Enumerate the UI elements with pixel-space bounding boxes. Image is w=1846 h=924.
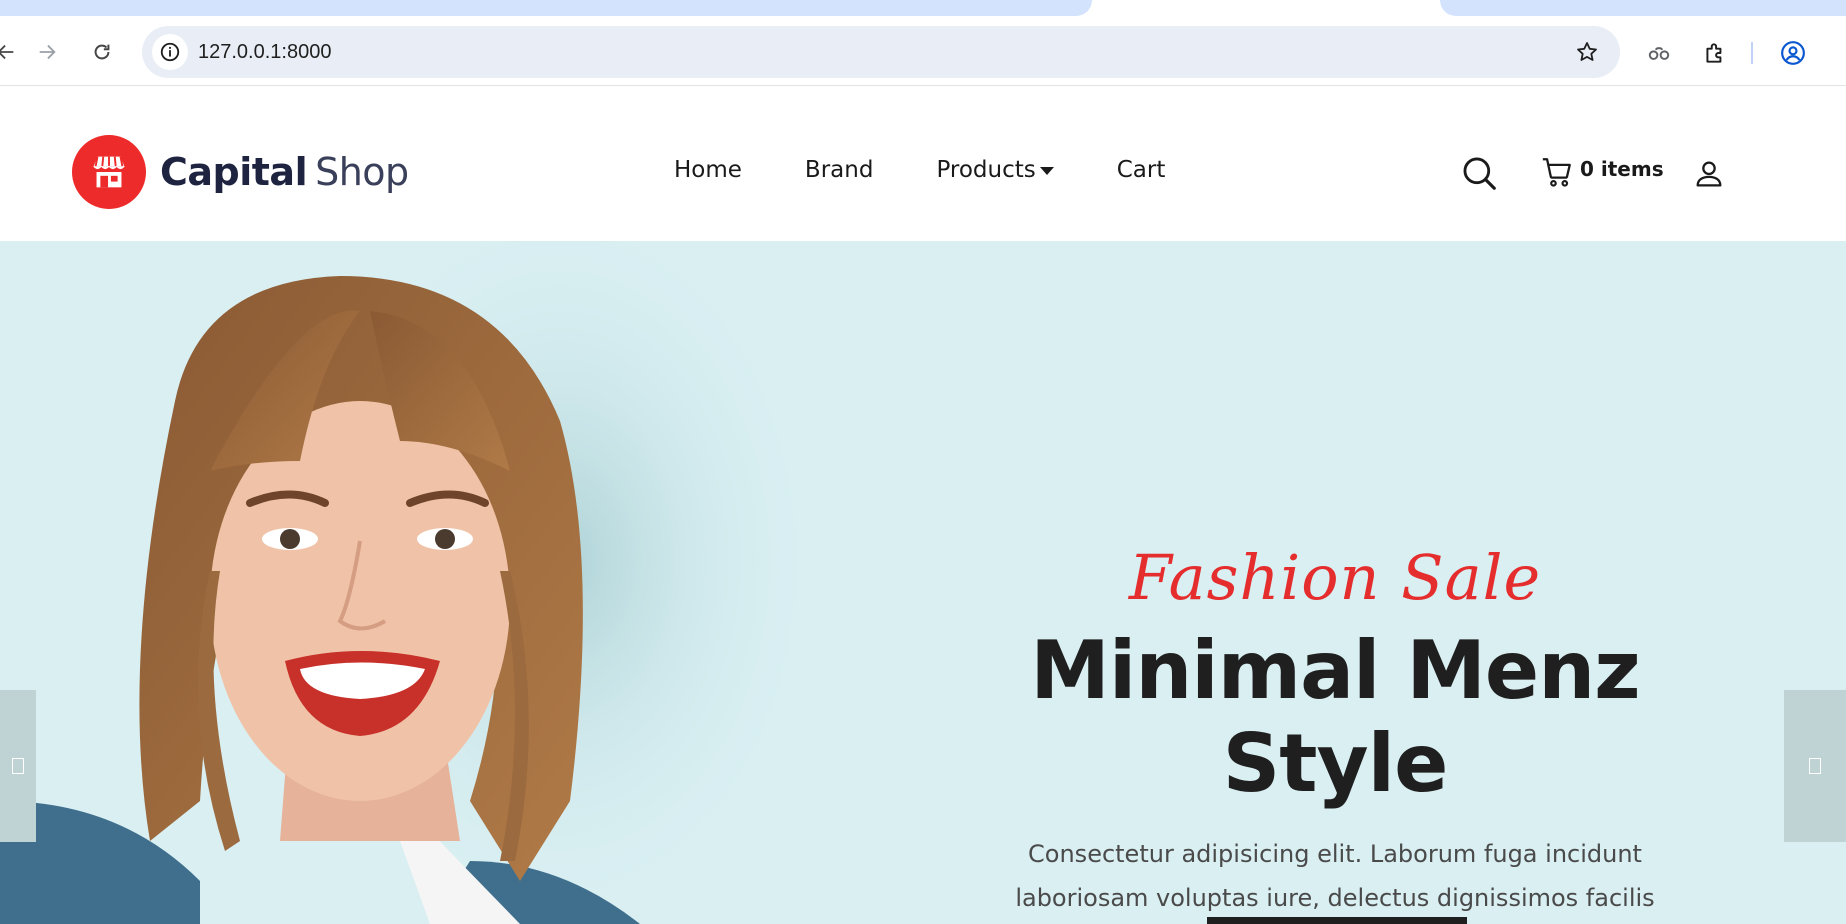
- browser-tab-inactive-left[interactable]: [0, 0, 1092, 16]
- slider-prev-button[interactable]: [0, 690, 36, 842]
- main-navigation: Home Brand Products Cart: [674, 157, 1165, 183]
- bookmark-button[interactable]: [1572, 37, 1602, 67]
- puzzle-icon: [1706, 43, 1722, 63]
- site-header: Capital Shop Home Brand Products Cart 0 i…: [0, 87, 1846, 241]
- hero-title: Minimal Menz Style: [1030, 624, 1640, 810]
- slider-next-button[interactable]: [1784, 690, 1846, 842]
- store-icon: [72, 135, 146, 209]
- performance-icon: [1648, 47, 1670, 60]
- nav-products-label: Products: [936, 157, 1036, 183]
- hero-content: Fashion Sale Minimal Menz Style Consecte…: [960, 541, 1710, 924]
- hero-model-image: [0, 241, 820, 924]
- toolbar-divider: [1751, 42, 1753, 64]
- user-icon[interactable]: [1692, 157, 1726, 191]
- nav-cart[interactable]: Cart: [1117, 157, 1166, 183]
- hero-script-title: Fashion Sale: [1128, 541, 1542, 614]
- extensions-button[interactable]: [1699, 37, 1731, 69]
- browser-toolbar: 127.0.0.1:8000: [0, 18, 1846, 86]
- arrow-left-icon: [0, 44, 14, 60]
- forward-button[interactable]: [27, 32, 67, 72]
- header-cart[interactable]: 0 items: [1540, 155, 1664, 189]
- brand-name: Capital Shop: [160, 150, 409, 194]
- nav-brand[interactable]: Brand: [805, 157, 874, 183]
- star-icon: [1577, 42, 1597, 61]
- brand-name-light: Shop: [315, 150, 409, 194]
- profile-icon: [1781, 41, 1805, 65]
- search-icon[interactable]: [1461, 155, 1499, 193]
- hero-description: Consectetur adipisicing elit. Laborum fu…: [1015, 840, 1655, 912]
- url-text[interactable]: 127.0.0.1:8000: [198, 41, 331, 64]
- prev-glyph-icon: [12, 758, 24, 774]
- reload-icon: [94, 44, 110, 60]
- address-bar[interactable]: 127.0.0.1:8000: [142, 26, 1620, 78]
- reload-button[interactable]: [82, 32, 122, 72]
- info-icon: [160, 42, 180, 62]
- hero-slider: Fashion Sale Minimal Menz Style Consecte…: [0, 241, 1846, 924]
- performance-button[interactable]: [1643, 37, 1675, 69]
- profile-button[interactable]: [1777, 37, 1809, 69]
- nav-products[interactable]: Products: [936, 157, 1054, 183]
- site-logo[interactable]: Capital Shop: [72, 135, 409, 209]
- next-glyph-icon: [1809, 758, 1821, 774]
- site-info-button[interactable]: [152, 34, 188, 70]
- browser-tab-inactive-right[interactable]: [1440, 0, 1846, 16]
- back-button[interactable]: [0, 32, 26, 72]
- nav-home[interactable]: Home: [674, 157, 742, 183]
- hero-cta-button[interactable]: [1207, 917, 1467, 924]
- cart-icon: [1542, 158, 1571, 187]
- tab-strip: [0, 0, 1846, 18]
- arrow-right-icon: [39, 44, 56, 60]
- cart-item-count: 0 items: [1580, 157, 1664, 181]
- caret-down-icon: [1039, 167, 1054, 175]
- brand-name-bold: Capital: [160, 150, 308, 194]
